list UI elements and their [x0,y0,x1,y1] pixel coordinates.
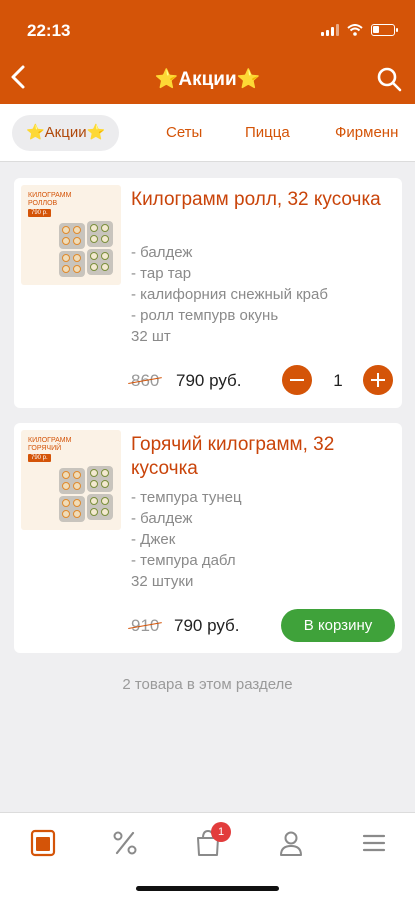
profile-icon[interactable] [276,828,306,858]
description-line: - балдеж [131,510,193,527]
tab-signature[interactable]: Фирменн [335,115,398,151]
description-line: - калифорния снежный краб [131,286,328,303]
old-price: 910 [131,616,160,635]
bottom-nav: 1 [0,812,415,900]
category-tabs: ⭐Акции⭐ Сеты Пицца Фирменн [0,104,415,162]
roll-tray-graphic [59,251,85,277]
menu-catalog-icon[interactable] [28,828,58,858]
status-bar: 22:13 [0,0,415,56]
increase-quantity-button[interactable] [363,365,393,395]
section-item-count: 2 товара в этом разделе [122,676,293,693]
description-line: - тар тар [131,265,192,282]
product-name[interactable]: Горячий килограмм, 32 кусочка [131,433,391,481]
battery-icon [371,24,398,36]
product-card[interactable]: КИЛОГРАММ РОЛЛОВ 790 р. Килограмм ролл, … [14,178,402,408]
status-time: 22:13 [27,21,71,40]
signal-icon [321,24,339,36]
product-description: - балдеж - тар тар - калифорния снежный … [131,242,391,347]
product-image[interactable]: КИЛОГРАММ ГОРЯЧИЙ 790 р. [21,430,121,530]
cart-count-badge: 1 [211,822,231,842]
quantity-value: 1 [333,371,343,390]
tab-promotions[interactable]: ⭐Акции⭐ [12,115,120,151]
product-name[interactable]: Килограмм ролл, 32 кусочка [131,188,391,212]
roll-tray-graphic [87,494,113,520]
description-line: - балдеж [131,244,193,261]
roll-tray-graphic [87,466,113,492]
tab-pizza[interactable]: Пицца [245,115,290,151]
product-image[interactable]: КИЛОГРАММ РОЛЛОВ 790 р. [21,185,121,285]
roll-tray-graphic [59,468,85,494]
app-header: 22:13 ⭐Акции⭐ [0,0,415,104]
add-to-cart-button[interactable]: В корзину [281,609,395,642]
product-description: - темпура тунец - балдеж - Джек - темпур… [131,487,391,592]
product-image-caption: КИЛОГРАММ РОЛЛОВ [28,192,72,207]
current-price: 790 руб. [176,371,242,390]
page-title: ⭐Акции⭐ [154,69,261,90]
tab-sets[interactable]: Сеты [166,115,202,151]
roll-tray-graphic [59,223,85,249]
product-image-price: 790 р. [28,454,51,462]
description-line: - темпура дабл [131,552,236,569]
hamburger-menu-icon[interactable] [359,828,389,858]
wifi-icon [347,24,363,36]
current-price: 790 руб. [174,616,240,635]
description-line: - ролл темпурв окунь [131,307,279,324]
description-line: 32 шт [131,328,171,345]
roll-tray-graphic [59,496,85,522]
product-image-caption: КИЛОГРАММ ГОРЯЧИЙ [28,437,72,452]
status-icons [321,24,398,36]
roll-tray-graphic [87,221,113,247]
product-image-price: 790 р. [28,209,51,217]
old-price: 860 [131,371,160,390]
decrease-quantity-button[interactable] [282,365,312,395]
description-line: - Джек [131,531,176,548]
product-card[interactable]: КИЛОГРАММ ГОРЯЧИЙ 790 р. Горячий килогра… [14,423,402,653]
search-icon[interactable] [376,66,402,92]
promotions-percent-icon[interactable] [110,828,140,858]
roll-tray-graphic [87,249,113,275]
description-line: - темпура тунец [131,489,242,506]
description-line: 32 штуки [131,573,194,590]
home-indicator [136,886,279,891]
